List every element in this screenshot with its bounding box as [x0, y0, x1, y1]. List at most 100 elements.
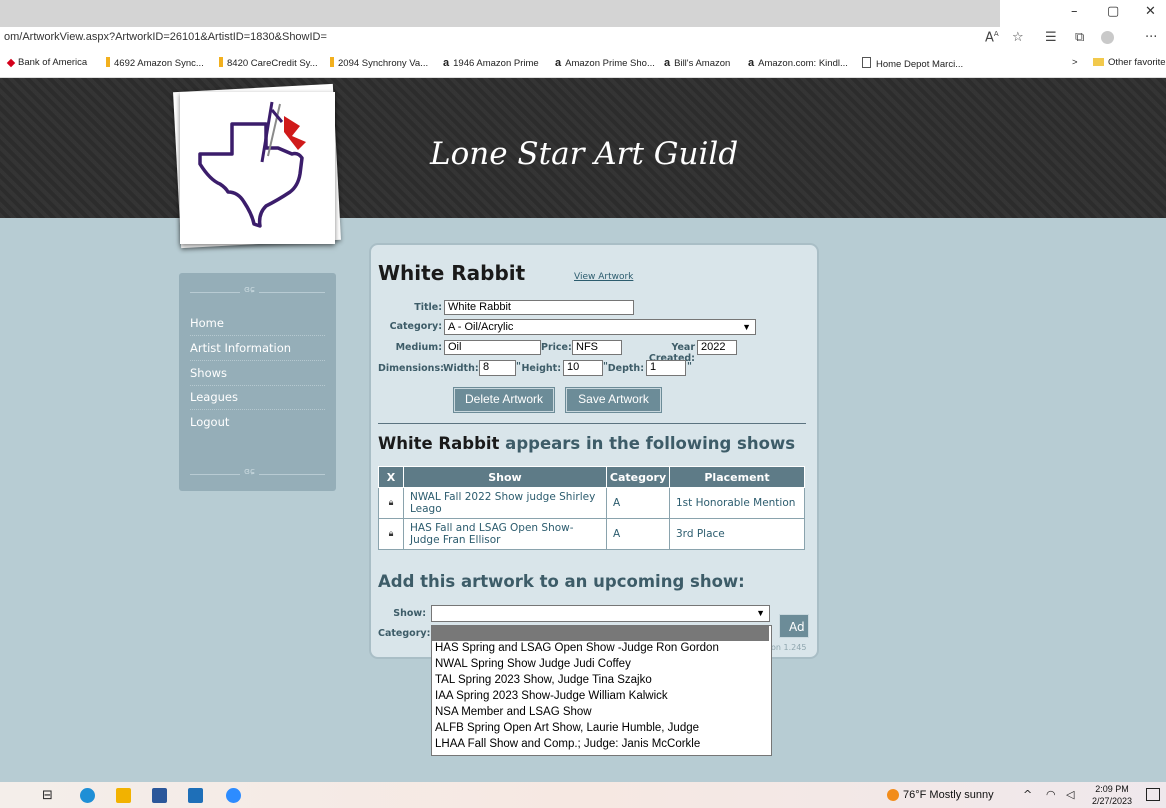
show-select[interactable]: ▼	[431, 605, 770, 622]
width-field[interactable]: 8	[479, 360, 516, 376]
task-view-icon[interactable]: ⊟	[42, 788, 53, 803]
show-name-cell[interactable]: NWAL Fall 2022 Show judge Shirley Leago	[403, 487, 607, 519]
zoom-icon[interactable]	[226, 788, 241, 803]
favorite-item[interactable]: a Bill's Amazon	[664, 57, 730, 69]
favorite-item[interactable]: a Amazon.com: Kindl...	[748, 57, 848, 69]
close-button[interactable]: ✕	[1145, 4, 1156, 19]
page-icon	[862, 57, 871, 68]
dropdown-option[interactable]: LHAA Fall Show and Comp.; Judge: Janis M…	[435, 738, 700, 750]
notifications-icon[interactable]	[1146, 788, 1160, 801]
amazon-icon: a	[555, 57, 562, 69]
dropdown-option[interactable]: TAL Spring 2023 Show, Judge Tina Szajko	[435, 674, 652, 686]
bookmark-icon	[106, 57, 110, 67]
shows-heading-artwork-name: White Rabbit	[378, 434, 500, 453]
chevron-down-icon: ▼	[756, 608, 765, 618]
weather-sun-icon[interactable]	[887, 789, 899, 801]
shows-heading-text: appears in the following shows	[499, 434, 796, 453]
column-header-placement: Placement	[669, 466, 805, 488]
clock-time[interactable]: 2:09 PM	[1092, 784, 1132, 794]
sidebar-item-leagues[interactable]: Leagues	[190, 390, 325, 410]
restore-button[interactable]: ▢	[1107, 4, 1119, 19]
tab-strip	[0, 0, 1000, 27]
dropdown-option[interactable]: ALFB Spring Open Art Show, Laurie Humble…	[435, 722, 699, 734]
collections-icon[interactable]: ⧉	[1075, 30, 1084, 45]
amazon-icon: a	[664, 57, 671, 69]
favorite-item[interactable]: Bank of America	[6, 57, 87, 68]
site-logo[interactable]	[180, 92, 335, 244]
clock-date[interactable]: 2/27/2023	[1092, 796, 1132, 806]
section-divider	[378, 423, 806, 424]
medium-field[interactable]: Oil	[444, 340, 541, 355]
shows-table: X Show Category Placement 🔒︎ NWAL Fall 2…	[378, 466, 805, 550]
dimensions-label: Dimensions:	[378, 363, 444, 374]
sidebar-item-home[interactable]: Home	[190, 316, 325, 336]
lock-icon: 🔒︎	[378, 518, 404, 550]
category-cell: A	[606, 518, 670, 550]
title-field[interactable]: White Rabbit	[444, 300, 634, 315]
add-to-show-heading: Add this artwork to an upcoming show:	[378, 572, 745, 591]
favorite-item[interactable]: a Amazon Prime Sho...	[555, 57, 655, 69]
save-artwork-button[interactable]: Save Artwork	[566, 388, 661, 412]
sidebar-ornament: ɞɕ	[240, 467, 259, 477]
amazon-icon: a	[443, 57, 450, 69]
height-label: Height:	[521, 363, 561, 374]
sidebar-ornament: ɞɕ	[240, 285, 259, 295]
favorite-item[interactable]: Home Depot Marci...	[862, 57, 963, 70]
version-text: on 1.245	[771, 643, 807, 652]
dropdown-option[interactable]: IAA Spring 2023 Show-Judge William Kalwi…	[435, 690, 668, 702]
remote-desktop-icon[interactable]	[188, 788, 203, 803]
year-created-field[interactable]: 2022	[697, 340, 737, 355]
read-aloud-icon[interactable]: AA	[985, 30, 999, 45]
show-select-label: Show:	[393, 608, 426, 619]
add-category-label: Category:	[378, 628, 431, 639]
add-button[interactable]: Ad	[779, 614, 809, 638]
dropdown-option[interactable]: HAS Spring and LSAG Open Show -Judge Ron…	[435, 642, 719, 654]
delete-artwork-button[interactable]: Delete Artwork	[454, 388, 554, 412]
site-title: Lone Star Art Guild	[430, 136, 739, 172]
dropdown-option[interactable]: NWAL Spring Show Judge Judi Coffey	[435, 658, 631, 670]
favorite-item[interactable]: 8420 CareCredit Sy...	[219, 57, 318, 69]
profile-avatar-icon[interactable]	[1101, 31, 1114, 44]
height-field[interactable]: 10	[563, 360, 603, 376]
chevron-right-icon[interactable]: >	[1072, 57, 1078, 68]
chevron-up-icon[interactable]: ^	[1023, 788, 1032, 801]
bookmark-icon	[330, 57, 334, 67]
file-explorer-icon[interactable]	[116, 788, 131, 803]
favorite-star-icon[interactable]: ☆	[1012, 30, 1024, 45]
column-header-x: X	[378, 466, 404, 488]
dropdown-option[interactable]: NSA Member and LSAG Show	[435, 706, 592, 718]
placement-cell: 1st Honorable Mention	[669, 487, 805, 519]
more-menu-icon[interactable]: ···	[1145, 30, 1157, 45]
table-row: 🔒︎ NWAL Fall 2022 Show judge Shirley Lea…	[378, 487, 805, 519]
favorite-item[interactable]: a 1946 Amazon Prime	[443, 57, 539, 69]
amazon-icon: a	[748, 57, 755, 69]
sidebar-item-logout[interactable]: Logout	[190, 415, 325, 434]
sidebar-item-artist-information[interactable]: Artist Information	[190, 341, 325, 361]
sidebar-item-shows[interactable]: Shows	[190, 366, 325, 386]
dropdown-option-highlighted-blank[interactable]	[432, 626, 769, 641]
favorite-item[interactable]: 2094 Synchrony Va...	[330, 57, 428, 69]
wifi-icon[interactable]: ◠	[1046, 788, 1056, 801]
category-select[interactable]: A - Oil/Acrylic ▼	[444, 319, 756, 335]
placement-cell: 3rd Place	[669, 518, 805, 550]
depth-field[interactable]: 1	[646, 360, 686, 376]
price-field[interactable]: NFS	[572, 340, 622, 355]
edge-icon[interactable]	[80, 788, 95, 803]
depth-inch-mark: "	[687, 361, 692, 372]
texas-palette-logo-icon	[198, 101, 306, 228]
weather-text[interactable]: 76°F Mostly sunny	[903, 789, 994, 801]
minimize-button[interactable]: –	[1071, 4, 1078, 19]
other-favorites[interactable]: Other favorite	[1093, 57, 1166, 68]
word-icon[interactable]	[152, 788, 167, 803]
show-name-cell[interactable]: HAS Fall and LSAG Open Show- Judge Fran …	[403, 518, 607, 550]
volume-icon[interactable]: ◁	[1066, 788, 1074, 801]
bookmark-icon	[219, 57, 223, 67]
table-header-row: X Show Category Placement	[378, 466, 805, 488]
artwork-heading: White Rabbit	[378, 261, 526, 285]
favorites-list-icon[interactable]: ☰	[1045, 30, 1057, 45]
url-text[interactable]: om/ArtworkView.aspx?ArtworkID=26101&Arti…	[4, 31, 327, 43]
price-label: Price:	[541, 342, 572, 353]
favorite-item[interactable]: 4692 Amazon Sync...	[106, 57, 204, 69]
view-artwork-link[interactable]: View Artwork	[574, 272, 633, 282]
width-label: Width:	[443, 363, 479, 374]
